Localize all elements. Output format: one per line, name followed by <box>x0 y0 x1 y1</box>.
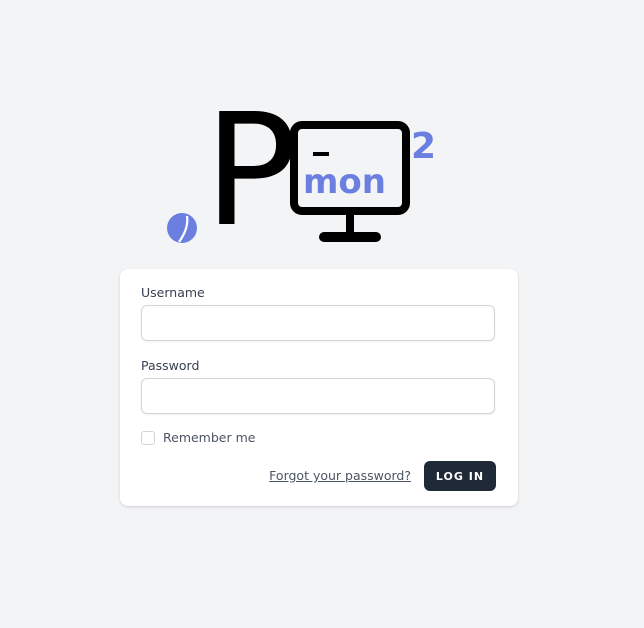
logo-superscript: 2 <box>411 126 437 167</box>
forgot-password-link[interactable]: Forgot your password? <box>269 468 411 483</box>
login-button[interactable]: LOG IN <box>424 461 496 491</box>
logo-letter: P <box>204 80 298 261</box>
remember-me[interactable]: Remember me <box>141 430 255 445</box>
remember-me-checkbox[interactable] <box>141 430 155 445</box>
login-card: Username Password Remember me Forgot you… <box>120 269 518 506</box>
app-logo: P mon 2 <box>162 93 452 250</box>
login-page: P mon 2 Username Password Remember me Fo… <box>0 0 644 628</box>
remember-me-label[interactable]: Remember me <box>163 430 255 445</box>
password-label: Password <box>141 358 200 373</box>
password-input[interactable] <box>141 378 495 414</box>
username-label: Username <box>141 285 205 300</box>
username-input[interactable] <box>141 305 495 341</box>
logo-mon-text: mon <box>303 162 386 202</box>
leaf-dot-icon <box>167 213 197 243</box>
